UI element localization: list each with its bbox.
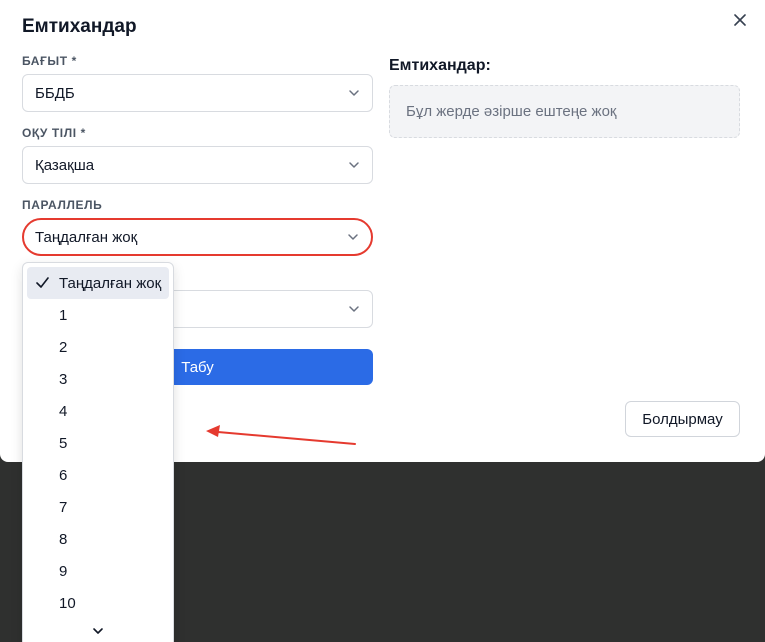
dropdown-option-label: 6 <box>59 466 68 484</box>
dropdown-option[interactable]: 9 <box>27 555 169 587</box>
empty-text: Бұл жерде әзірше ештеңе жоқ <box>406 103 617 120</box>
dropdown-option[interactable]: 2 <box>27 331 169 363</box>
parallel-dropdown: Таңдалған жоқ 1 2 3 4 5 6 7 8 9 10 <box>22 262 174 642</box>
language-select[interactable]: Қазақша <box>22 146 373 184</box>
dropdown-option-label: 10 <box>59 594 76 612</box>
scroll-down-button[interactable] <box>27 619 169 642</box>
dropdown-option-label: 5 <box>59 434 68 452</box>
dropdown-option-label: 3 <box>59 370 68 388</box>
direction-select[interactable]: ББДБ <box>22 74 373 112</box>
close-icon <box>734 14 746 26</box>
language-label: ОҚУ ТІЛІ * <box>22 126 86 140</box>
parallel-select[interactable]: Таңдалған жоқ <box>22 218 373 256</box>
chevron-down-icon <box>348 234 358 240</box>
dropdown-option[interactable]: 3 <box>27 363 169 395</box>
dropdown-option[interactable]: 8 <box>27 523 169 555</box>
direction-value: ББДБ <box>35 84 75 102</box>
dropdown-option[interactable]: 4 <box>27 395 169 427</box>
dropdown-option[interactable]: 5 <box>27 427 169 459</box>
chevron-down-icon <box>93 628 103 634</box>
chevron-down-icon <box>349 90 359 96</box>
cancel-button[interactable]: Болдырмау <box>625 401 740 437</box>
chevron-down-icon <box>349 306 359 312</box>
direction-label: БАҒЫТ * <box>22 54 77 68</box>
find-button-label: Табу <box>181 358 214 376</box>
dropdown-option-label: 9 <box>59 562 68 580</box>
dropdown-option-label: 1 <box>59 306 68 324</box>
dropdown-option[interactable]: 7 <box>27 491 169 523</box>
dropdown-option-label: 8 <box>59 530 68 548</box>
dropdown-option-label: 2 <box>59 338 68 356</box>
parallel-label: ПАРАЛЛЕЛЬ <box>22 198 103 212</box>
dropdown-option-label: Таңдалған жоқ <box>59 274 162 292</box>
dropdown-option-label: 7 <box>59 498 68 516</box>
dropdown-option[interactable]: 6 <box>27 459 169 491</box>
dropdown-option[interactable]: 1 <box>27 299 169 331</box>
results-title: Емтихандар: <box>389 57 491 74</box>
dropdown-option[interactable]: 10 <box>27 587 169 619</box>
check-icon <box>36 277 49 288</box>
modal-title: Емтихандар <box>22 16 137 37</box>
chevron-down-icon <box>349 162 359 168</box>
dropdown-option-label: 4 <box>59 402 68 420</box>
results-empty-state: Бұл жерде әзірше ештеңе жоқ <box>389 85 740 138</box>
close-button[interactable] <box>728 8 752 32</box>
language-value: Қазақша <box>35 156 95 174</box>
parallel-value: Таңдалған жоқ <box>35 228 138 246</box>
cancel-button-label: Болдырмау <box>642 410 723 428</box>
dropdown-option[interactable]: Таңдалған жоқ <box>27 267 169 299</box>
